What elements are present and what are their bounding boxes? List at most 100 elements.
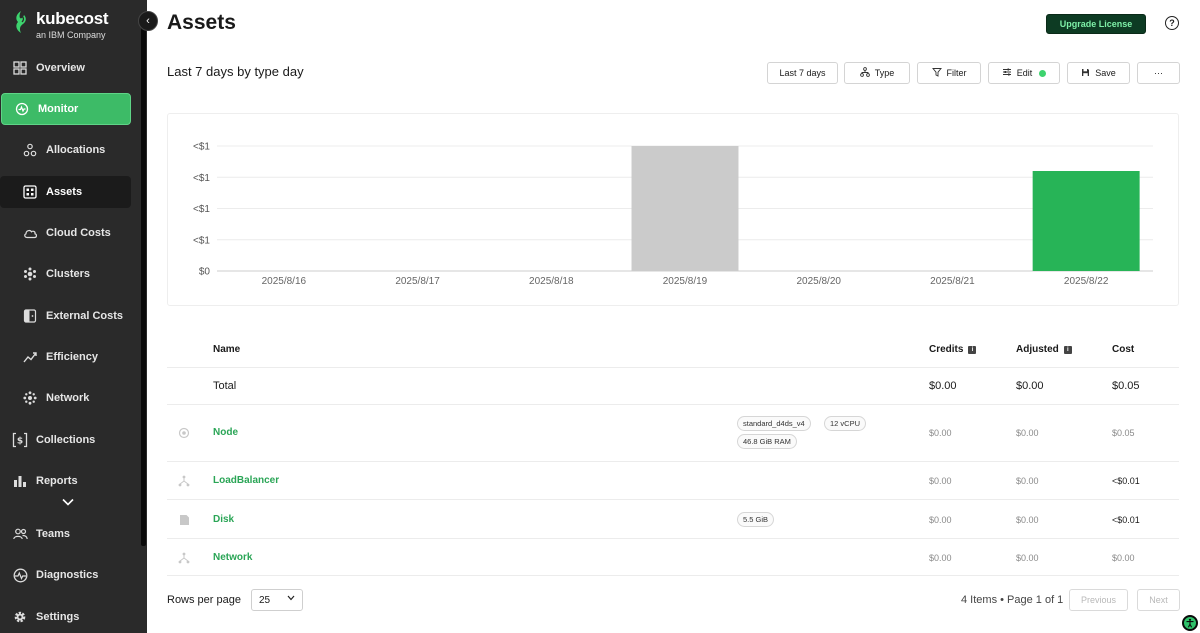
date-range-button[interactable]: Last 7 days [767, 62, 838, 84]
sidebar-scrollbar[interactable] [141, 26, 146, 546]
column-header-label: Credits [929, 344, 964, 355]
rows-per-page-label: Rows per page [167, 594, 241, 606]
brand-name: kubecost [36, 9, 109, 28]
main-content: Assets Upgrade License ? Last 7 days by … [147, 0, 1200, 633]
sidebar-item-diagnostics[interactable]: Diagnostics [0, 559, 131, 591]
sidebar-item-external-costs[interactable]: External Costs [0, 300, 131, 332]
total-adjusted: $0.00 [1016, 380, 1044, 392]
column-header-credits[interactable]: Credits i [929, 344, 977, 355]
teams-icon [12, 526, 28, 542]
x-tick-label: 2025/8/20 [796, 276, 841, 287]
asset-type-link[interactable]: Network [213, 552, 252, 563]
save-button[interactable]: Save [1067, 62, 1130, 84]
sidebar-item-overview[interactable]: Overview [0, 52, 131, 84]
filter-button[interactable]: Filter [917, 62, 981, 84]
sidebar-item-efficiency[interactable]: Efficiency [0, 341, 131, 373]
page-title: Assets [167, 11, 236, 34]
sidebar-item-cloud-costs[interactable]: Cloud Costs [0, 217, 131, 249]
info-icon[interactable]: i [968, 345, 977, 354]
column-header-adjusted[interactable]: Adjusted i [1016, 344, 1072, 355]
asset-type-link[interactable]: LoadBalancer [213, 475, 279, 486]
cost-chart-svg: $0 <$1 <$1 <$1 <$1 2025/8/16 2025/8/17 2025/8/1… [193, 142, 1153, 287]
sidebar-item-label: Efficiency [46, 351, 98, 363]
node-icon [177, 426, 191, 440]
cost-value: $0.05 [1112, 428, 1135, 438]
column-header-label: Name [213, 344, 241, 355]
next-page-button[interactable]: Next [1137, 589, 1180, 611]
column-header-cost[interactable]: Cost [1112, 344, 1134, 355]
sidebar-item-label: Network [46, 392, 90, 404]
cost-value: <$0.01 [1112, 476, 1140, 486]
sidebar-item-teams[interactable]: Teams [0, 518, 131, 550]
table-row[interactable]: Disk 5.5 GiB $0.00 $0.00 <$0.01 [167, 499, 1179, 538]
reports-icon [12, 473, 28, 489]
loadbalancer-icon [177, 474, 191, 488]
date-range-label: Last 7 days [779, 68, 826, 78]
kubecost-logo[interactable]: kubecost an IBM Company [12, 9, 109, 40]
asset-type-link[interactable]: Disk [213, 514, 234, 525]
cost-value: $0.00 [1112, 553, 1135, 563]
column-header-label: Adjusted [1016, 344, 1059, 355]
y-tick-label: <$1 [193, 235, 210, 246]
table-row[interactable]: LoadBalancer $0.00 $0.00 <$0.01 [167, 461, 1179, 499]
type-button[interactable]: Type [844, 62, 910, 84]
sidebar: kubecost an IBM Company ‹ Overview Monit… [0, 0, 158, 633]
x-tick-label: 2025/8/21 [930, 276, 975, 287]
report-title: Last 7 days by type day [167, 64, 304, 79]
previous-page-button[interactable]: Previous [1069, 589, 1128, 611]
save-icon [1081, 68, 1090, 79]
x-tick-label: 2025/8/16 [262, 276, 307, 287]
rows-per-page-select[interactable]: 25 [251, 589, 303, 611]
more-options-button[interactable]: ··· [1137, 62, 1180, 84]
sidebar-item-clusters[interactable]: Clusters [0, 258, 131, 290]
column-header-name[interactable]: Name [213, 344, 240, 355]
filter-icon [931, 67, 942, 79]
asset-tag: 12 vCPU [824, 416, 867, 431]
sidebar-item-reports[interactable]: Reports [0, 465, 131, 497]
sidebar-item-label: Diagnostics [36, 569, 99, 581]
network-icon [177, 551, 191, 565]
asset-tag: standard_d4ds_v4 [737, 416, 811, 431]
total-credits: $0.00 [929, 380, 957, 392]
sidebar-item-monitor[interactable]: Monitor [1, 93, 131, 125]
help-icon[interactable]: ? [1165, 16, 1179, 30]
accessibility-icon[interactable] [1182, 615, 1198, 631]
more-icon: ··· [1154, 68, 1163, 78]
status-dot [1039, 69, 1047, 77]
sidebar-item-collections[interactable]: $ Collections [0, 424, 131, 456]
adjusted-value: $0.00 [1016, 476, 1039, 486]
allocations-icon [22, 142, 38, 158]
table-row[interactable]: Network $0.00 $0.00 $0.00 [167, 538, 1179, 576]
chevron-down-icon [287, 594, 295, 603]
table-row[interactable]: Node standard_d4ds_v4 12 vCPU 46.8 GiB R… [167, 404, 1179, 461]
sidebar-item-assets[interactable]: Assets [0, 176, 131, 208]
kubecost-logo-icon [16, 11, 26, 33]
sidebar-item-network[interactable]: Network [0, 382, 131, 414]
assets-icon [22, 184, 38, 200]
x-tick-label: 2025/8/18 [529, 276, 574, 287]
asset-type-link[interactable]: Node [213, 427, 238, 438]
x-tick-label: 2025/8/17 [395, 276, 440, 287]
asset-tag: 46.8 GiB RAM [737, 434, 797, 449]
collapse-sidebar-button[interactable]: ‹ [138, 11, 158, 31]
x-tick-label: 2025/8/19 [663, 276, 708, 287]
previous-label: Previous [1080, 595, 1116, 605]
efficiency-icon [22, 349, 38, 365]
sidebar-item-label: Overview [36, 62, 85, 74]
adjusted-value: $0.00 [1016, 515, 1039, 525]
x-tick-label: 2025/8/22 [1064, 276, 1109, 287]
sidebar-item-label: Allocations [46, 144, 106, 156]
filter-label: Filter [946, 68, 967, 78]
sidebar-item-allocations[interactable]: Allocations [0, 134, 131, 166]
monitor-icon [14, 101, 30, 117]
edit-button[interactable]: Edit [988, 62, 1060, 84]
brand-tagline: an IBM Company [36, 30, 106, 40]
settings-icon [12, 609, 28, 625]
clusters-icon [22, 266, 38, 282]
sidebar-item-settings[interactable]: Settings [0, 601, 131, 633]
next-label: Next [1149, 595, 1168, 605]
chevron-down-icon[interactable] [62, 495, 74, 509]
upgrade-license-button[interactable]: Upgrade License [1046, 14, 1146, 34]
cost-chart: $0 <$1 <$1 <$1 <$1 2025/8/16 2025/8/17 2025/8/1… [167, 113, 1179, 306]
info-icon[interactable]: i [1063, 345, 1072, 354]
